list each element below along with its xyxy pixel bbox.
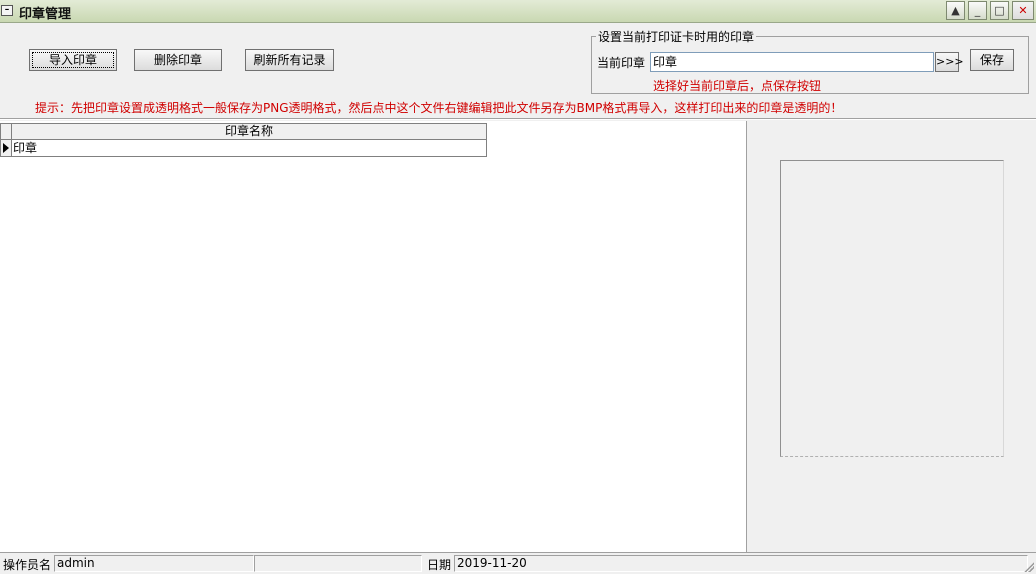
save-hint: 选择好当前印章后，点保存按钮 bbox=[653, 79, 822, 93]
groupbox-label: 设置当前打印证卡时用的印章 bbox=[596, 28, 757, 45]
maximize-icon[interactable]: □ bbox=[990, 1, 1009, 20]
status-bar: 操作员名 admin 日期 2019-11-20 bbox=[0, 552, 1036, 574]
status-spacer bbox=[254, 555, 422, 572]
close-icon[interactable]: ✕ bbox=[1012, 1, 1034, 20]
minimize-icon[interactable]: _ bbox=[968, 1, 987, 20]
current-seal-field[interactable]: 印章 bbox=[650, 52, 934, 72]
current-seal-label: 当前印章 bbox=[597, 56, 646, 70]
current-row-arrow-icon bbox=[3, 143, 9, 153]
save-button[interactable]: 保存 bbox=[970, 49, 1014, 71]
divider bbox=[0, 118, 1036, 120]
seal-name-cell[interactable]: 印章 bbox=[13, 140, 37, 156]
operator-value: admin bbox=[54, 555, 254, 572]
browse-button[interactable]: >>> bbox=[935, 52, 964, 72]
date-value: 2019-11-20 bbox=[454, 555, 1028, 572]
refresh-records-button[interactable]: 刷新所有记录 bbox=[245, 49, 334, 71]
operator-label: 操作员名 bbox=[3, 558, 52, 572]
column-header-seal-name[interactable]: 印章名称 bbox=[12, 124, 486, 139]
seal-grid[interactable]: 印章名称 印章 bbox=[0, 121, 747, 552]
grid-header: 印章名称 bbox=[0, 123, 487, 140]
restore-icon[interactable]: ▲ bbox=[946, 1, 965, 20]
delete-seal-button[interactable]: 删除印章 bbox=[134, 49, 222, 71]
date-label: 日期 bbox=[427, 558, 452, 572]
transparency-tip: 提示：先把印章设置成透明格式一般保存为PNG透明格式，然后点中这个文件右键编辑把… bbox=[35, 101, 843, 115]
seal-preview-image bbox=[780, 160, 1004, 457]
table-row[interactable]: 印章 bbox=[0, 140, 487, 157]
import-seal-button[interactable]: 导入印章 bbox=[29, 49, 117, 71]
title-bar: – 印章管理 ▲ _ □ ✕ bbox=[0, 0, 1036, 23]
row-indicator bbox=[1, 140, 12, 156]
window-title: 印章管理 bbox=[19, 7, 72, 22]
system-menu-icon[interactable]: – bbox=[1, 5, 13, 16]
resize-grip-icon[interactable] bbox=[1024, 562, 1034, 572]
